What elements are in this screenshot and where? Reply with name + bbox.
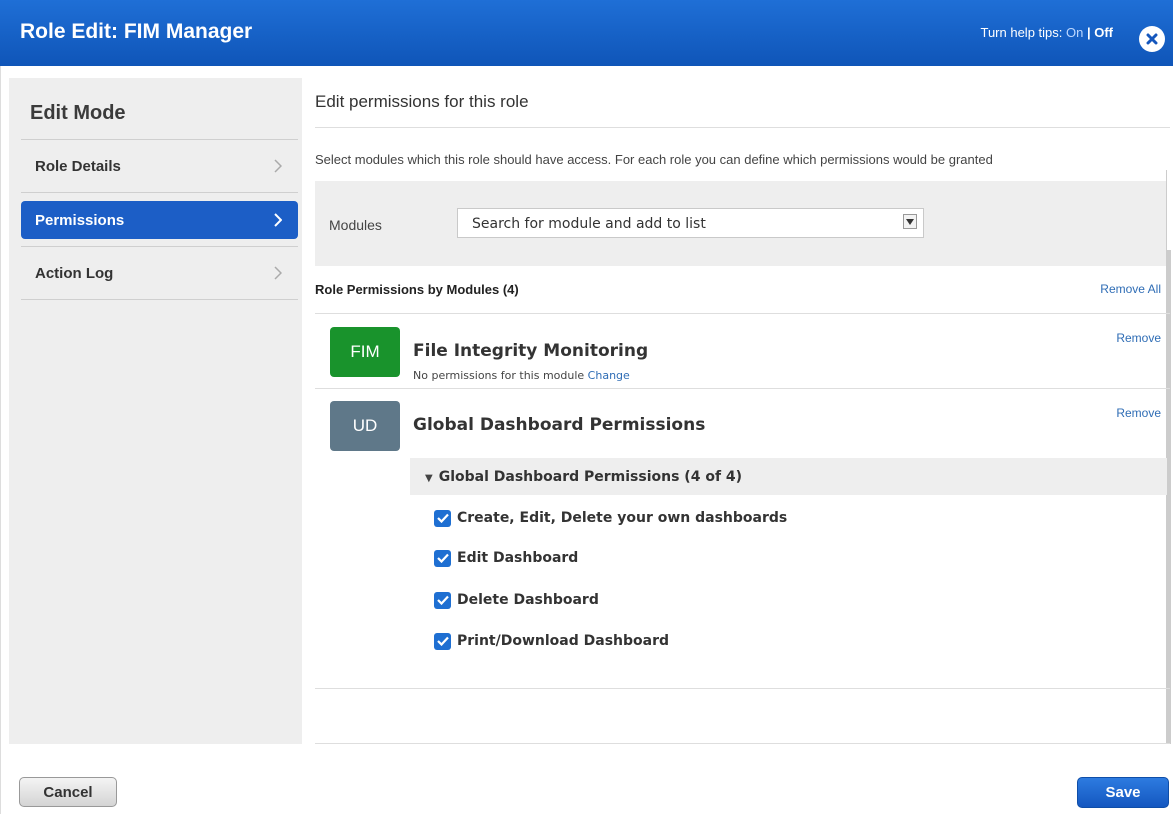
page-title: Edit permissions for this role	[315, 92, 529, 111]
sidebar-item-label: Role Details	[35, 157, 121, 175]
chevron-right-icon	[274, 159, 282, 173]
help-tips-separator: |	[1083, 25, 1095, 40]
dialog-header: Role Edit: FIM Manager Turn help tips: O…	[0, 0, 1173, 66]
module-divider	[315, 688, 1170, 689]
dialog-title: Role Edit: FIM Manager	[20, 20, 253, 43]
checkbox-checked[interactable]	[434, 549, 451, 567]
cancel-button[interactable]: Cancel	[19, 777, 117, 807]
content-bottom-divider	[315, 743, 1170, 744]
module-name: File Integrity Monitoring	[413, 341, 649, 361]
checkmark-icon	[436, 595, 449, 605]
remove-module-link[interactable]: Remove	[1116, 406, 1161, 420]
module-search-select[interactable]: Search for module and add to list	[457, 208, 924, 238]
checkmark-icon	[436, 553, 449, 563]
sidebar-item-label: Action Log	[35, 264, 114, 282]
permission-item[interactable]: Edit Dashboard	[434, 548, 578, 568]
sidebar-title: Edit Mode	[30, 102, 126, 124]
checkbox-checked[interactable]	[434, 591, 451, 609]
module-badge-fim: FIM	[330, 327, 400, 377]
module-status-label: No permissions for this module	[413, 369, 588, 382]
chevron-right-icon	[274, 266, 282, 280]
module-name: Global Dashboard Permissions	[413, 415, 706, 435]
save-button[interactable]: Save	[1077, 777, 1169, 808]
sidebar-divider	[21, 299, 298, 300]
remove-all-link[interactable]: Remove All	[1100, 282, 1161, 296]
sidebar-item-label: Permissions	[35, 211, 125, 229]
intro-text: Select modules which this role should ha…	[315, 152, 993, 167]
help-tips-label: Turn help tips:	[980, 25, 1066, 40]
help-tips-off-option[interactable]: Off	[1094, 25, 1113, 40]
modules-selector-panel: Modules Search for module and add to lis…	[315, 181, 1167, 266]
permission-label: Create, Edit, Delete your own dashboards	[457, 510, 788, 526]
checkmark-icon	[436, 513, 449, 523]
sidebar-divider	[21, 246, 298, 247]
close-icon	[1146, 33, 1158, 45]
left-border	[0, 66, 9, 814]
title-divider	[315, 127, 1170, 128]
section-divider	[315, 313, 1170, 314]
remove-module-link[interactable]: Remove	[1116, 331, 1161, 345]
module-badge-ud: UD	[330, 401, 400, 451]
modules-label: Modules	[329, 217, 382, 233]
expand-triangle-icon: ▼	[425, 473, 433, 484]
help-tips-on-option[interactable]: On	[1066, 25, 1083, 40]
scrollbar-track[interactable]	[1166, 170, 1171, 744]
scrollbar-thumb[interactable]	[1167, 170, 1171, 250]
sidebar-item-permissions[interactable]: Permissions	[21, 201, 298, 239]
permissions-heading: Role Permissions by Modules (4)	[315, 282, 519, 297]
permission-label: Edit Dashboard	[457, 550, 579, 566]
sidebar-item-action-log[interactable]: Action Log	[21, 254, 298, 292]
permission-item[interactable]: Delete Dashboard	[434, 590, 599, 610]
checkbox-checked[interactable]	[434, 509, 451, 527]
checkmark-icon	[436, 636, 449, 646]
chevron-right-icon	[274, 213, 282, 227]
sidebar-item-role-details[interactable]: Role Details	[21, 147, 298, 185]
sidebar-divider	[21, 192, 298, 193]
permission-label: Print/Download Dashboard	[457, 633, 670, 649]
sidebar: Edit Mode Role Details Permissions Actio…	[9, 78, 302, 744]
change-link[interactable]: Change	[588, 369, 630, 382]
permission-label: Delete Dashboard	[457, 592, 599, 608]
permission-group-label: Global Dashboard Permissions (4 of 4)	[438, 469, 743, 485]
permission-item[interactable]: Create, Edit, Delete your own dashboards	[434, 508, 787, 528]
permission-item[interactable]: Print/Download Dashboard	[434, 631, 669, 651]
module-status-text: No permissions for this module Change	[413, 369, 630, 382]
help-tips-toggle: Turn help tips: On | Off	[980, 25, 1113, 40]
module-search-placeholder: Search for module and add to list	[472, 216, 706, 232]
module-divider	[315, 388, 1170, 389]
permission-group-header[interactable]: ▼ Global Dashboard Permissions (4 of 4)	[410, 458, 1167, 495]
close-button[interactable]	[1139, 26, 1165, 52]
sidebar-divider	[21, 139, 298, 140]
checkbox-checked[interactable]	[434, 632, 451, 650]
chevron-down-icon	[906, 218, 914, 225]
dropdown-button[interactable]	[903, 214, 917, 229]
